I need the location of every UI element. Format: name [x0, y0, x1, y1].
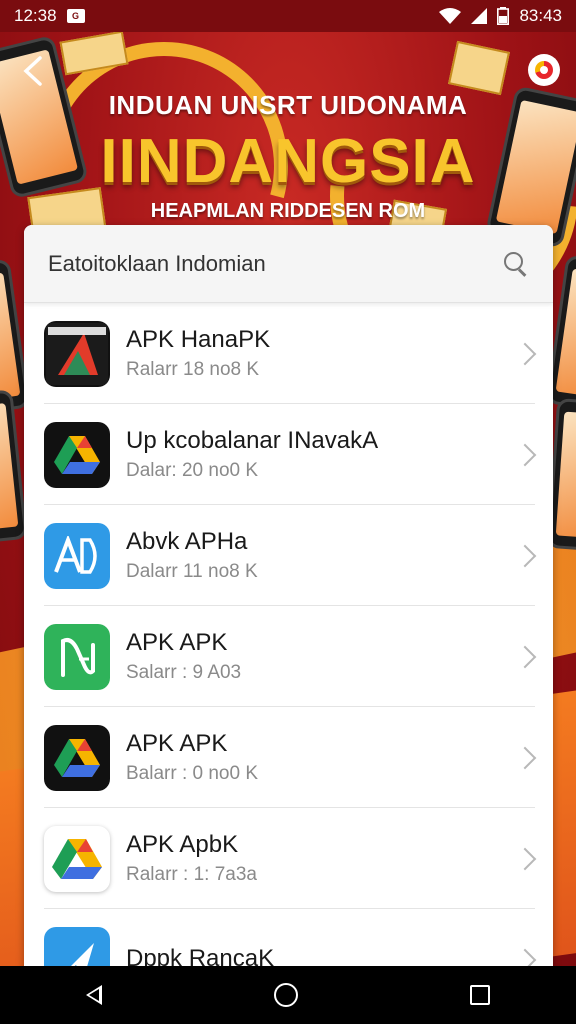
list-item-text: Abvk APHa Dalarr 11 no8 K: [126, 527, 517, 585]
list-item-subtitle: Dalar: 20 no0 K: [126, 459, 259, 481]
list-item-text: APK ApbK Ralarr : 1: 7a3a: [126, 830, 517, 888]
book-cover-icon: [44, 320, 110, 387]
banner-subtitle: INDUAN UNSRT UIDONAMA: [108, 90, 468, 120]
nav-home-icon[interactable]: [274, 983, 298, 1007]
list-item[interactable]: APK HanaPK Ralarr 18 no8 K: [24, 303, 553, 404]
list-item[interactable]: APK APK Salarr : 9 A03: [24, 606, 553, 707]
signal-icon: [471, 8, 488, 24]
chevron-right-icon: [513, 443, 537, 466]
app-list-panel: Eatoitoklaan Indomian APK HanaPK Ralarr …: [24, 225, 553, 985]
status-right: 83:43: [439, 6, 562, 26]
wifi-icon: [439, 8, 462, 24]
list-item-subtitle: Ralarr : 1: 7a3a: [126, 863, 257, 885]
drive-triangle-dark-icon: [44, 724, 110, 791]
nav-recents-icon[interactable]: [470, 985, 490, 1005]
status-clock-right: 83:43: [519, 6, 562, 25]
list-item-title: APK ApbK: [126, 830, 239, 858]
chevron-left-icon: [23, 56, 42, 86]
banner-title: IINDANGSIA: [100, 127, 476, 196]
drive-triangle-icon: [44, 421, 110, 488]
chevron-right-icon: [513, 544, 537, 567]
navigation-bar: [0, 966, 576, 1024]
nav-back-icon[interactable]: [86, 985, 102, 1005]
brand-logo-center: [540, 66, 548, 74]
status-time: 12:38: [14, 6, 57, 25]
list-item-subtitle: Balarr : 0 no0 K: [126, 762, 259, 784]
search-input[interactable]: Eatoitoklaan Indomian: [48, 251, 266, 277]
list-item-text: APK HanaPK Ralarr 18 no8 K: [126, 325, 517, 383]
list-item-text: APK APK Balarr : 0 no0 K: [126, 729, 517, 787]
back-button[interactable]: [20, 54, 50, 88]
list-item-text: Up kcobalanar INavakA Dalar: 20 no0 K: [126, 426, 517, 484]
list-item-title: Abvk APHa: [126, 527, 248, 555]
brand-logo-button[interactable]: [528, 54, 560, 86]
status-bar: 12:38 G 83:43: [0, 0, 576, 32]
list-item-title: APK APK: [126, 729, 228, 757]
list-item-subtitle: Ralarr 18 no8 K: [126, 358, 260, 380]
search-bar[interactable]: Eatoitoklaan Indomian: [24, 225, 553, 303]
list-item-title: APK HanaPK: [126, 325, 271, 353]
search-icon[interactable]: [503, 251, 529, 277]
notification-icon: G: [66, 9, 85, 23]
list-item-title: Up kcobalanar INavakA: [126, 426, 379, 454]
chevron-right-icon: [513, 342, 537, 365]
chevron-right-icon: [513, 746, 537, 769]
green-n-icon: [44, 623, 110, 690]
drive-triangle-light-icon: [44, 825, 110, 892]
list-item[interactable]: APK ApbK Ralarr : 1: 7a3a: [24, 808, 553, 909]
ad-blue-icon: [44, 522, 110, 589]
banner-tagline: HEAPMLAN RIDDESEN ROM: [150, 200, 426, 222]
battery-icon: [497, 7, 510, 25]
list-item[interactable]: Up kcobalanar INavakA Dalar: 20 no0 K: [24, 404, 553, 505]
chevron-right-icon: [513, 645, 537, 668]
list-item-title: APK APK: [126, 628, 228, 656]
chevron-right-icon: [513, 847, 537, 870]
list-item[interactable]: APK APK Balarr : 0 no0 K: [24, 707, 553, 808]
list-item-text: APK APK Salarr : 9 A03: [126, 628, 517, 686]
status-left: 12:38 G: [14, 6, 85, 26]
list-item-subtitle: Salarr : 9 A03: [126, 661, 242, 683]
list-item[interactable]: Abvk APHa Dalarr 11 no8 K: [24, 505, 553, 606]
list-item-subtitle: Dalarr 11 no8 K: [126, 560, 258, 582]
